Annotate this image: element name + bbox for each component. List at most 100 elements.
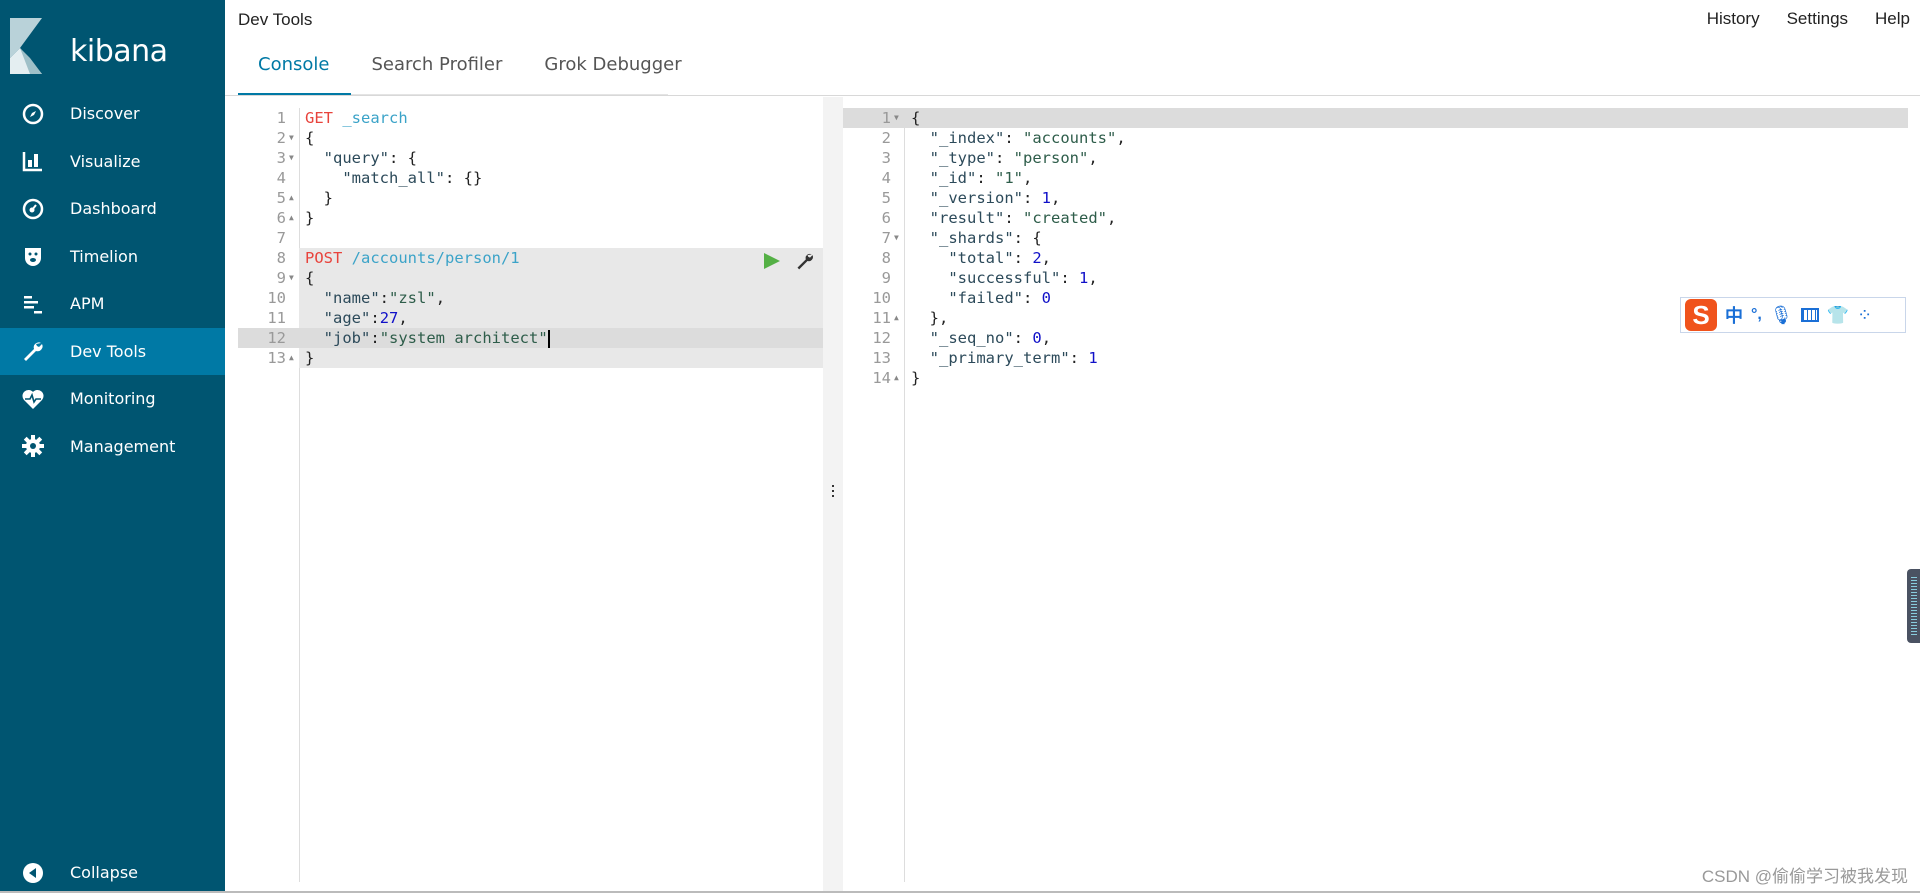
code-line[interactable]: 2 ▼ {: [238, 128, 823, 148]
code-line[interactable]: 8 POST /accounts/person/1: [238, 248, 823, 268]
code-line[interactable]: 13 "_primary_term": 1: [843, 348, 1908, 368]
token: /accounts/person/1: [351, 249, 520, 267]
token: }: [911, 369, 921, 387]
fold-arrow-icon[interactable]: ▼: [289, 148, 294, 168]
heartbeat-icon: [20, 386, 46, 412]
unfold-arrow-icon[interactable]: ▲: [894, 308, 899, 328]
ime-mode[interactable]: 中: [1725, 302, 1743, 328]
line-number: 7: [881, 229, 891, 247]
token: ,: [1088, 149, 1098, 167]
history-link[interactable]: History: [1707, 9, 1760, 29]
fold-arrow-icon[interactable]: ▼: [289, 128, 294, 148]
code-line[interactable]: 9 "successful": 1,: [843, 268, 1908, 288]
sidebar-item-visualize[interactable]: Visualize: [0, 138, 225, 185]
microphone-icon[interactable]: 🎙: [1770, 305, 1793, 326]
token: ,: [435, 289, 446, 307]
fold-arrow-icon[interactable]: ▼: [289, 268, 294, 288]
code-line[interactable]: 14 ▲}: [843, 368, 1908, 388]
page-title: Dev Tools: [238, 10, 313, 29]
request-editor[interactable]: 1 GET _search 2 ▼{3 ▼ "query": {4 "match_all…: [238, 108, 823, 882]
code-line[interactable]: 3 ▼ "query": {: [238, 148, 823, 168]
sidebar-item-label: Dev Tools: [70, 341, 147, 361]
code-line[interactable]: 9 ▼ {: [238, 268, 823, 288]
code-line[interactable]: 6 ▲}: [238, 208, 823, 228]
token: 0: [1032, 329, 1042, 347]
line-number: 2: [881, 129, 891, 147]
fold-arrow-icon[interactable]: ▼: [894, 228, 899, 248]
code-line[interactable]: 12 "job":"system architect": [238, 328, 823, 348]
unfold-arrow-icon[interactable]: ▲: [289, 348, 294, 368]
token: 1: [1088, 349, 1098, 367]
unfold-arrow-icon[interactable]: ▲: [289, 208, 294, 228]
settings-link[interactable]: Settings: [1787, 9, 1848, 29]
collapse-button[interactable]: Collapse: [0, 849, 225, 896]
tab-search-profiler[interactable]: Search Profiler: [351, 52, 524, 95]
code-line[interactable]: 2 "_index": "accounts",: [843, 128, 1908, 148]
sogou-logo: S: [1685, 299, 1717, 331]
code-line[interactable]: 5 "_version": 1,: [843, 188, 1908, 208]
sidebar-item-dev-tools[interactable]: Dev Tools: [0, 327, 225, 375]
skin-shirt-icon[interactable]: 👕: [1827, 305, 1849, 326]
unfold-arrow-icon[interactable]: ▲: [289, 188, 294, 208]
sidebar-item-monitoring[interactable]: Monitoring: [0, 375, 225, 422]
code-text: "failed": 0: [911, 288, 1051, 308]
token: "total": [948, 249, 1014, 267]
ime-punct[interactable]: °,: [1751, 306, 1762, 324]
token: :: [1069, 349, 1089, 367]
token: "person": [1013, 149, 1089, 167]
wrench-icon: [20, 338, 46, 364]
line-number: 10: [267, 289, 286, 307]
code-line[interactable]: 1 GET _search: [238, 108, 823, 128]
token: "name": [323, 289, 380, 307]
token: :: [995, 149, 1014, 167]
pane-resizer[interactable]: [823, 97, 843, 893]
toolbox-icon[interactable]: ⁘: [1857, 305, 1872, 326]
code-text: "_shards": {: [911, 228, 1042, 248]
code-text: POST /accounts/person/1: [305, 248, 520, 268]
token: "1": [995, 169, 1024, 187]
help-link[interactable]: Help: [1875, 9, 1910, 29]
code-line[interactable]: 5 ▲ }: [238, 188, 823, 208]
sidebar-item-timelion[interactable]: Timelion: [0, 233, 225, 280]
fold-arrow-icon[interactable]: ▼: [894, 108, 899, 128]
wrench-icon[interactable]: [795, 251, 815, 271]
code-line[interactable]: 8 "total": 2,: [843, 248, 1908, 268]
volume-meter-widget[interactable]: [1907, 569, 1920, 643]
token: }: [305, 189, 333, 207]
sidebar: kibana Discover Visualize Dashboard Timelio…: [0, 0, 225, 893]
token: ,: [1051, 189, 1061, 207]
sidebar-item-apm[interactable]: APM: [0, 280, 225, 327]
code-line[interactable]: 7: [238, 228, 823, 248]
code-line[interactable]: 10 "name":"zsl",: [238, 288, 823, 308]
code-line[interactable]: 4 "match_all": {}: [238, 168, 823, 188]
unfold-arrow-icon[interactable]: ▲: [894, 368, 899, 388]
sidebar-item-management[interactable]: Management: [0, 423, 225, 470]
line-number: 6: [276, 209, 286, 227]
code-line[interactable]: 4 "_id": "1",: [843, 168, 1908, 188]
code-line[interactable]: 3 "_type": "person",: [843, 148, 1908, 168]
token: {: [305, 269, 315, 287]
code-text: }: [305, 348, 314, 368]
keyboard-icon[interactable]: [1800, 308, 1819, 322]
code-line[interactable]: 6 "result": "created",: [843, 208, 1908, 228]
code-line[interactable]: 11 "age":27,: [238, 308, 823, 328]
tab-grok-debugger[interactable]: Grok Debugger: [524, 52, 703, 95]
token: ,: [1116, 129, 1126, 147]
token: :: [1023, 189, 1042, 207]
dashboard-icon: [20, 196, 46, 222]
sidebar-item-discover[interactable]: Discover: [0, 90, 225, 137]
response-editor[interactable]: 1 ▼{2 "_index": "accounts", 3 "_type": "pe…: [843, 108, 1908, 882]
sidebar-item-dashboard[interactable]: Dashboard: [0, 185, 225, 232]
token: ,: [1088, 269, 1098, 287]
code-line[interactable]: 1 ▼ {: [843, 108, 1908, 128]
token: "_version": [929, 189, 1023, 207]
tab-console[interactable]: Console: [238, 52, 352, 95]
code-line[interactable]: 13 ▲}: [238, 348, 823, 368]
play-icon[interactable]: [763, 252, 781, 270]
code-line[interactable]: 7 ▼ "_shards": {: [843, 228, 1908, 248]
token: :: [379, 289, 390, 307]
line-number: 8: [276, 249, 286, 267]
ime-toolbar[interactable]: S 中 °, 🎙 👕 ⁘: [1680, 297, 1906, 333]
